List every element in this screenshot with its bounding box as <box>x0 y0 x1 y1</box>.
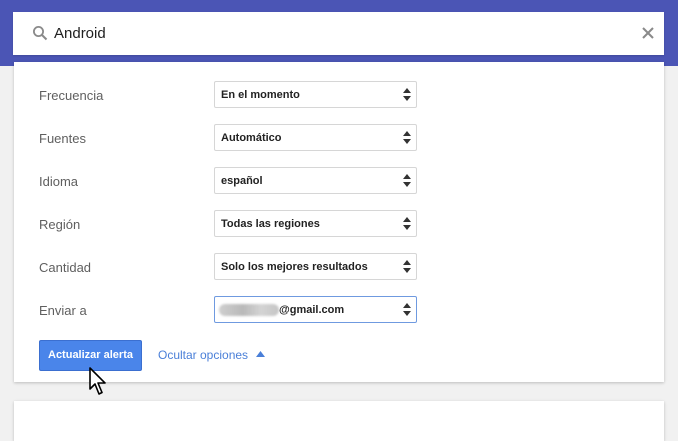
select-arrows-icon <box>403 131 411 144</box>
region-select[interactable]: Todas las regiones <box>214 210 417 237</box>
redacted-email-mask <box>219 304 279 316</box>
frequency-select[interactable]: En el momento <box>214 81 417 108</box>
sources-select[interactable]: Automático <box>214 124 417 151</box>
sources-value: Automático <box>221 132 282 144</box>
hide-options-link[interactable]: Ocultar opciones <box>158 348 248 362</box>
send-to-label: Enviar a <box>39 303 87 318</box>
region-value: Todas las regiones <box>221 218 320 230</box>
mouse-pointer-icon <box>89 367 106 395</box>
sources-label: Fuentes <box>39 131 86 146</box>
language-label: Idioma <box>39 174 79 189</box>
select-arrows-icon <box>403 88 411 101</box>
frequency-label: Frecuencia <box>39 88 104 103</box>
send-to-value: @gmail.com <box>279 304 345 316</box>
select-arrows-icon <box>403 303 411 316</box>
next-panel <box>14 401 664 441</box>
close-icon[interactable] <box>641 26 655 40</box>
search-bar[interactable]: Android <box>13 12 664 55</box>
select-arrows-icon <box>403 260 411 273</box>
caret-up-icon[interactable] <box>256 351 265 357</box>
frequency-value: En el momento <box>221 89 300 101</box>
select-arrows-icon <box>403 174 411 187</box>
search-icon <box>33 26 48 41</box>
language-select[interactable]: español <box>214 167 417 194</box>
select-arrows-icon <box>403 217 411 230</box>
send-to-select[interactable]: @gmail.com <box>214 296 417 323</box>
region-label: Región <box>39 217 81 232</box>
language-value: español <box>221 175 263 187</box>
quantity-value: Solo los mejores resultados <box>221 261 368 273</box>
quantity-select[interactable]: Solo los mejores resultados <box>214 253 417 280</box>
quantity-label: Cantidad <box>39 260 92 275</box>
search-input[interactable]: Android <box>54 24 106 43</box>
